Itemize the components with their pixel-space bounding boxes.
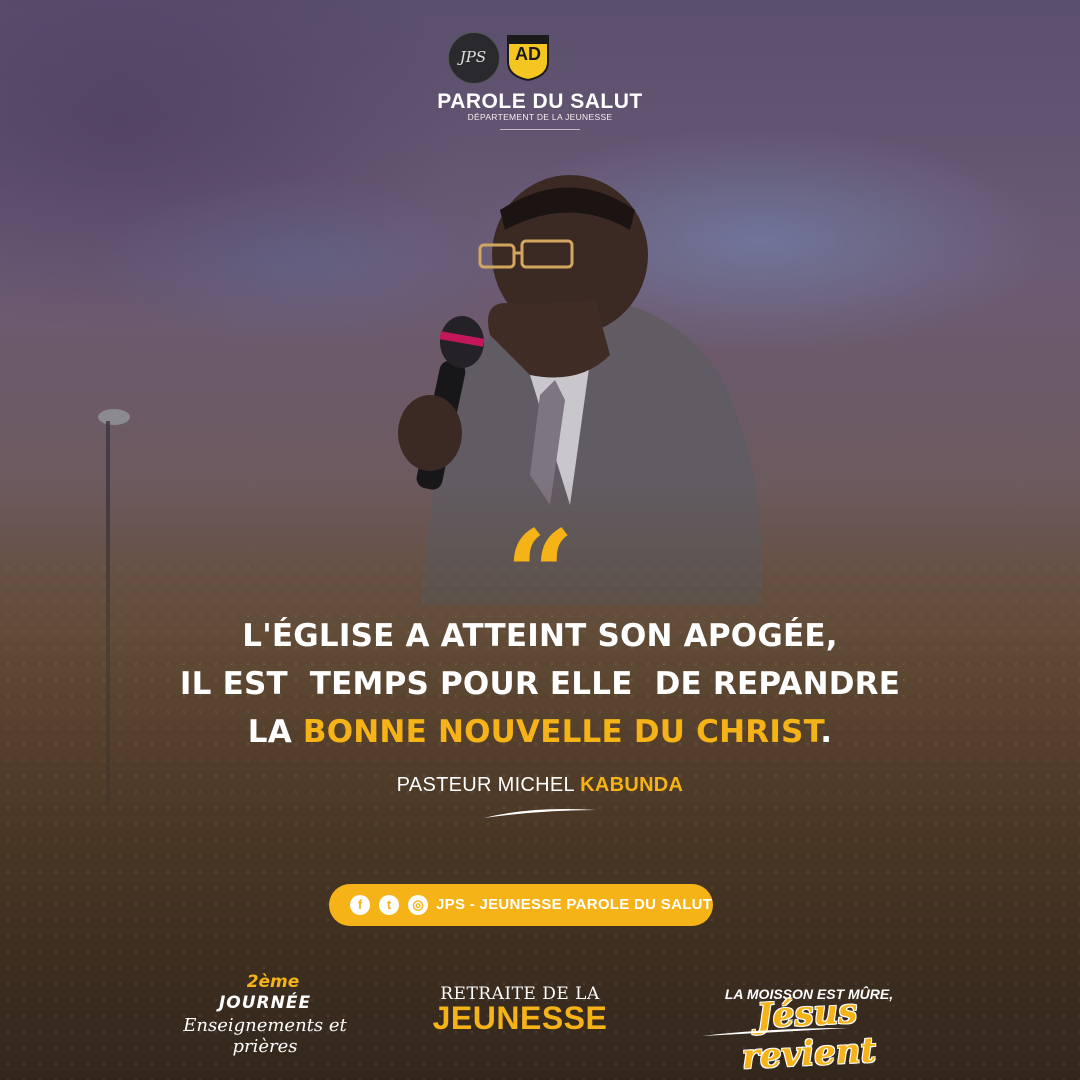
quote-line-3-suffix: .: [820, 714, 833, 750]
quote-author: PASTEUR MICHEL KABUNDA: [0, 774, 1080, 797]
brand-divider: [500, 129, 580, 130]
day-word: JOURNÉE: [218, 993, 312, 1013]
quote-text: L'ÉGLISE A ATTEINT SON APOGÉE, IL EST TE…: [0, 612, 1080, 756]
brand-title: PAROLE DU SALUT: [437, 90, 643, 113]
twitter-icon[interactable]: t: [379, 895, 399, 915]
social-label[interactable]: JPS - JEUNESSE PAROLE DU SALUT: [436, 896, 712, 913]
author-name: PASTEUR MICHEL: [396, 774, 581, 796]
retreat-title-main: JEUNESSE: [432, 1000, 608, 1036]
day-subtitle: Enseignements et prières: [183, 1015, 347, 1057]
author-surname: KABUNDA: [580, 774, 684, 796]
day-number: 2ème: [246, 972, 300, 992]
quote-line-1: L'ÉGLISE A ATTEINT SON APOGÉE,: [242, 618, 838, 654]
jps-logo-text: JPS: [459, 48, 487, 66]
facebook-icon[interactable]: f: [350, 895, 370, 915]
slogan-swoosh-icon: [702, 1028, 848, 1036]
ad-logo-text: AD: [515, 44, 541, 64]
quote-line-3-prefix: LA: [247, 714, 303, 750]
quote-line-2: IL EST TEMPS POUR ELLE DE REPANDRE: [179, 666, 901, 702]
author-swoosh-icon: [484, 809, 596, 818]
quote-highlight: BONNE NOUVELLE DU CHRIST: [302, 714, 821, 750]
instagram-icon[interactable]: ◎: [408, 895, 428, 915]
poster: JPS AD PAROLE DU SALUT DÉPARTEMENT DE LA…: [0, 0, 1080, 1080]
brand-subtitle: DÉPARTEMENT DE LA JEUNESSE: [467, 112, 613, 122]
quote-line-3: LA BONNE NOUVELLE DU CHRIST.: [0, 708, 1080, 756]
header-logos: JPS AD: [448, 32, 552, 84]
